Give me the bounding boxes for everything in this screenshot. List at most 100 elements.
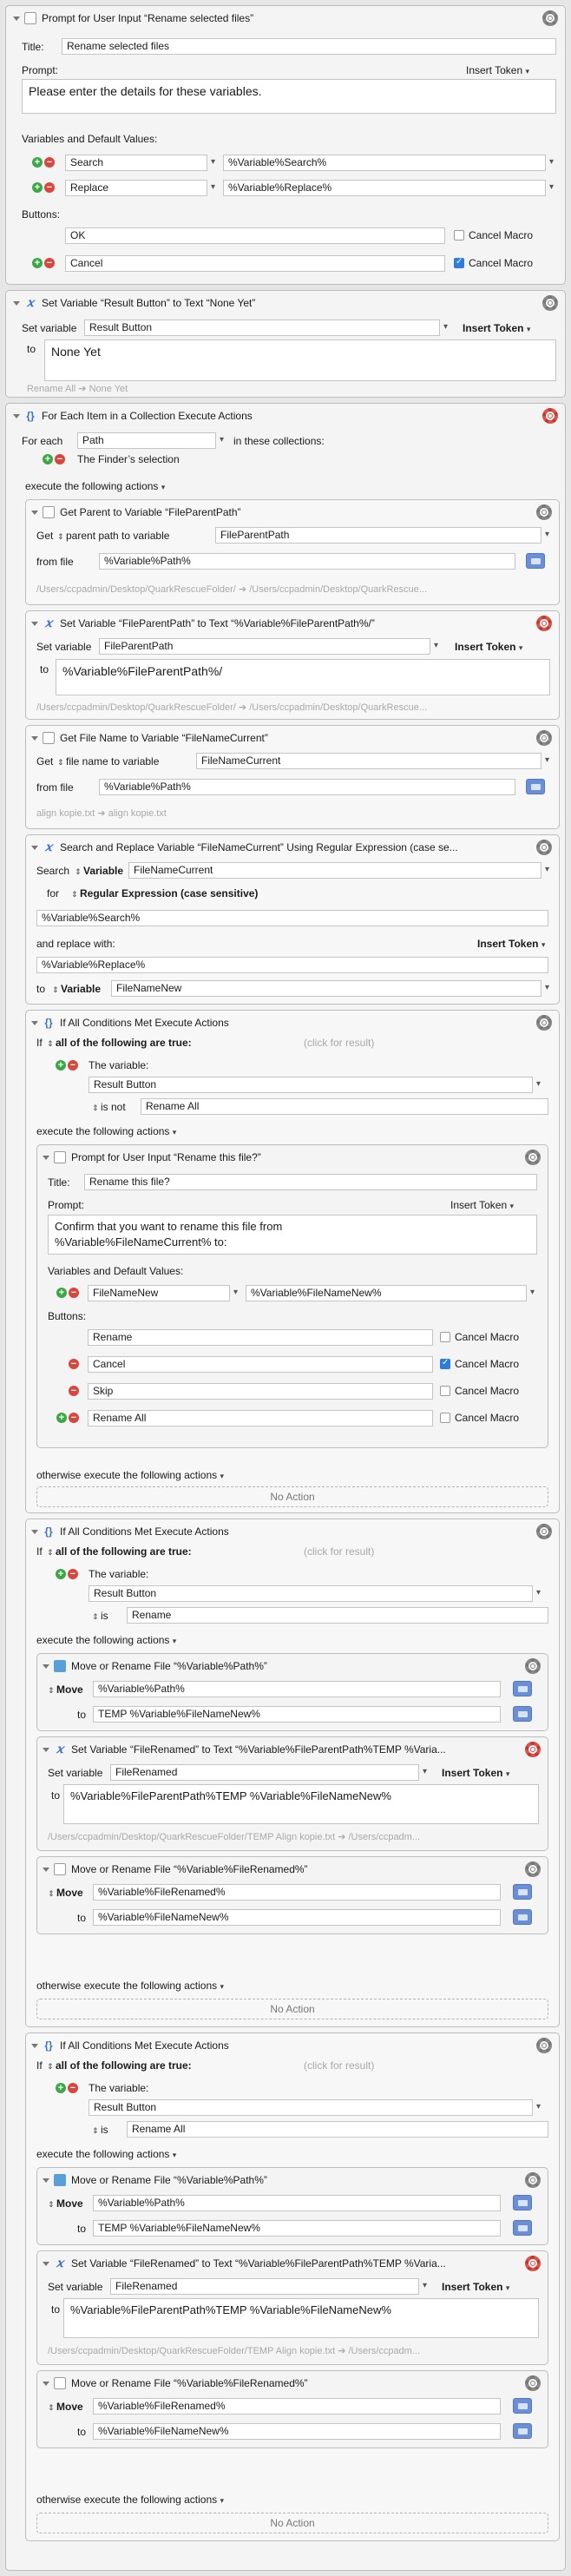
button-label-field[interactable]: Skip [88,1383,433,1400]
button-row-controls[interactable]: − [69,1359,79,1369]
condition-mode-popup[interactable]: ⇕ all of the following are true: [47,1037,192,1049]
add-icon[interactable]: + [43,454,53,464]
action-prompt-rename-selected[interactable]: Prompt for User Input “Rename selected f… [5,5,566,285]
from-file-field[interactable]: %Variable%Path% [99,779,515,795]
var-row-controls[interactable]: + − [56,1288,79,1298]
execute-section[interactable]: execute the following actions ▾ [36,2148,181,2160]
search-mode-popup[interactable]: ⇕ Regular Expression (case sensitive) [71,887,258,899]
action-header[interactable]: Move or Rename File “%Variable%Path%” [43,2171,511,2190]
add-icon[interactable]: + [56,1569,66,1579]
action-set-variable-filerenamed[interactable]: 𝑥 Set Variable “FileRenamed” to Text “%V… [36,1736,548,1851]
folder-browse-icon[interactable] [513,2398,532,2414]
chevron-down-icon[interactable]: ▾ [536,2102,541,2112]
text-value-area[interactable]: %Variable%FileParentPath%TEMP %Variable%… [63,1784,539,1824]
variable-field[interactable]: FileParentPath [215,527,541,544]
cancel-macro-checkbox[interactable] [440,1386,450,1396]
action-header[interactable]: Move or Rename File “%Variable%Path%” [43,1657,511,1676]
button-row-controls[interactable]: + − [32,258,55,268]
condition-value-field[interactable]: Rename [127,1607,548,1624]
disclosure-triangle-icon[interactable] [31,1529,38,1534]
variable-field[interactable]: FileNameCurrent [196,753,541,769]
gear-icon[interactable] [525,2172,541,2188]
action-header[interactable]: 𝑥 Set Variable “FileRenamed” to Text “%V… [43,2254,518,2273]
chevron-down-icon[interactable]: ▾ [233,1288,238,1297]
variable-name-field[interactable]: FileParentPath [99,638,430,655]
condition-controls[interactable]: + − [56,2083,78,2093]
condition-mode-popup[interactable]: ⇕ all of the following are true: [47,1545,192,1558]
folder-browse-icon[interactable] [513,1909,532,1925]
prompt-textarea[interactable]: Please enter the details for these varia… [22,79,556,114]
gear-icon[interactable] [536,1524,552,1539]
chevron-down-icon[interactable]: ▾ [545,983,549,992]
folder-browse-icon[interactable] [513,1681,532,1696]
action-header[interactable]: Move or Rename File “%Variable%FileRenam… [43,1860,511,1879]
action-header[interactable]: 𝑥 Set Variable “FileParentPath” to Text … [31,614,526,633]
folder-browse-icon[interactable] [513,2220,532,2236]
move-destination-field[interactable]: %Variable%FileNameNew% [93,1909,501,1926]
disclosure-triangle-icon[interactable] [43,2381,49,2386]
destination-popup[interactable]: ⇕ Variable [52,983,101,995]
chevron-down-icon[interactable]: ▾ [536,1588,541,1598]
disclosure-triangle-icon[interactable] [31,735,38,741]
action-header[interactable]: Move or Rename File “%Variable%FileRenam… [43,2374,511,2393]
move-mode-popup[interactable]: ⇕ Move [48,2197,83,2210]
insert-token-menu[interactable]: Insert Token ▾ [477,938,550,950]
action-move-file[interactable]: Move or Rename File “%Variable%Path%” ⇕ M… [36,2167,548,2245]
move-source-field[interactable]: %Variable%Path% [93,1681,501,1697]
var-value-field[interactable]: %Variable%Search% [223,155,546,171]
get-mode-popup[interactable]: ⇕ parent path to variable [57,530,169,542]
chevron-down-icon[interactable]: ▾ [211,182,215,192]
text-value-area[interactable]: %Variable%FileParentPath%/ [56,659,550,695]
insert-token-menu[interactable]: Insert Token ▾ [442,1767,515,1779]
button-row-controls[interactable]: − [69,1386,79,1396]
execute-section[interactable]: execute the following actions ▾ [36,1634,181,1646]
action-move-file[interactable]: Move or Rename File “%Variable%FileRenam… [36,1856,548,1934]
gear-icon[interactable] [542,408,558,424]
collection-controls[interactable]: + − [43,454,65,464]
execute-section[interactable]: execute the following actions ▾ [36,1125,181,1137]
action-move-file[interactable]: Move or Rename File “%Variable%Path%” ⇕ M… [36,1653,548,1731]
no-action-placeholder[interactable]: No Action [36,1999,548,2019]
otherwise-section[interactable]: otherwise execute the following actions … [36,1469,228,1481]
condition-variable-field[interactable]: Result Button [89,2099,533,2116]
action-set-variable-filerenamed[interactable]: 𝑥 Set Variable “FileRenamed” to Text “%V… [36,2250,548,2365]
text-value-area[interactable]: None Yet [44,339,556,381]
gear-icon[interactable] [536,2038,552,2053]
add-icon[interactable]: + [56,1288,67,1298]
chevron-down-icon[interactable]: ▾ [211,157,215,167]
disclosure-triangle-icon[interactable] [43,1867,49,1872]
button-row-controls[interactable]: + − [56,1413,79,1423]
collection-item[interactable]: The Finder’s selection [77,453,180,465]
condition-operator-popup[interactable]: ⇕ is [92,1610,108,1622]
cancel-macro-checkbox[interactable] [454,230,464,240]
action-header[interactable]: {} If All Conditions Met Execute Actions [31,1522,526,1541]
button-label-field[interactable]: Cancel [65,255,445,272]
add-icon[interactable]: + [32,258,43,268]
condition-variable-field[interactable]: Result Button [89,1585,533,1602]
action-header[interactable]: {} If All Conditions Met Execute Actions [31,2036,526,2055]
chevron-down-icon[interactable]: ▾ [545,755,549,765]
disclosure-triangle-icon[interactable] [43,1664,49,1669]
condition-controls[interactable]: + − [56,1060,78,1071]
action-for-each[interactable]: {} For Each Item in a Collection Execute… [5,403,566,2571]
var-name-field[interactable]: Search [65,155,207,171]
remove-icon[interactable]: − [69,1386,79,1396]
remove-icon[interactable]: − [68,2083,78,2093]
variable-field[interactable]: FileNameCurrent [128,862,541,879]
disclosure-triangle-icon[interactable] [43,2177,49,2183]
no-action-placeholder[interactable]: No Action [36,2513,548,2533]
chevron-down-icon[interactable]: ▾ [423,1767,427,1776]
remove-icon[interactable]: − [69,1413,79,1423]
move-source-field[interactable]: %Variable%Path% [93,2195,501,2211]
disclosure-triangle-icon[interactable] [31,845,38,850]
gear-icon[interactable] [536,730,552,746]
gear-icon[interactable] [525,2375,541,2391]
destination-field[interactable]: FileNameNew [111,980,541,997]
text-value-area[interactable]: %Variable%FileParentPath%TEMP %Variable%… [63,2298,539,2338]
condition-controls[interactable]: + − [56,1569,78,1579]
add-icon[interactable]: + [56,1413,67,1423]
action-if-not-rename-all[interactable]: {} If All Conditions Met Execute Actions… [25,1010,560,1513]
no-action-placeholder[interactable]: No Action [36,1486,548,1507]
disclosure-triangle-icon[interactable] [13,16,20,21]
remove-icon[interactable]: − [44,182,55,193]
